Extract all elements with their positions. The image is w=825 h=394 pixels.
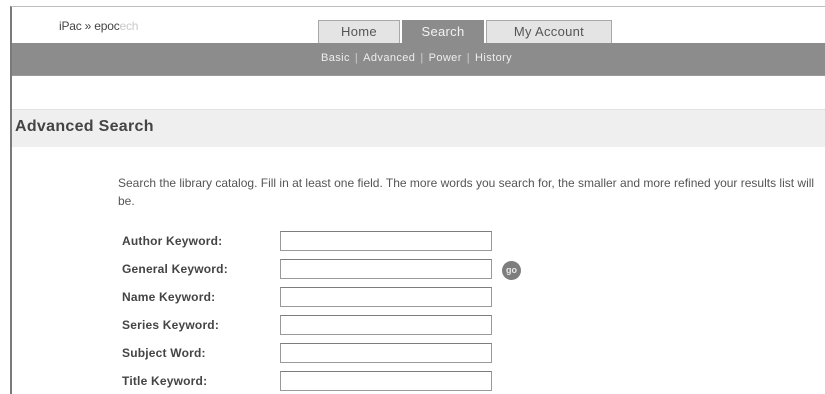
sub-navigation-bar: Basic | Advanced | Power | History — [12, 43, 825, 76]
general-keyword-label: General Keyword: — [122, 262, 228, 276]
page-title: Advanced Search — [15, 118, 154, 135]
author-keyword-input[interactable] — [280, 231, 492, 251]
logo-sub-text: epoc — [94, 19, 120, 33]
subnav-separator: | — [420, 52, 424, 64]
logo-separator: » — [81, 19, 95, 33]
tab-search[interactable]: Search — [402, 20, 484, 44]
page-heading-bar: Advanced Search — [12, 109, 825, 147]
subnav-power[interactable]: Power — [429, 52, 462, 64]
logo-main-text: iPac — [59, 19, 82, 33]
subnav-advanced[interactable]: Advanced — [363, 52, 415, 64]
logo-faint-text: ech — [119, 19, 139, 33]
title-keyword-input[interactable] — [280, 371, 492, 391]
author-keyword-label: Author Keyword: — [122, 234, 223, 248]
page-frame: iPac » epocech Home Search My Account Ba… — [10, 6, 825, 394]
top-bar: iPac » epocech Home Search My Account — [12, 7, 825, 44]
tab-my-account[interactable]: My Account — [486, 20, 612, 44]
tab-home[interactable]: Home — [318, 20, 400, 44]
subnav-separator: | — [466, 52, 471, 64]
subnav-separator: | — [354, 52, 359, 64]
logo: iPac » epocech — [59, 19, 138, 33]
subnav-basic[interactable]: Basic — [321, 52, 350, 64]
subject-word-label: Subject Word: — [122, 346, 206, 360]
go-button[interactable]: go — [502, 261, 521, 280]
general-keyword-input[interactable] — [280, 259, 492, 279]
title-keyword-label: Title Keyword: — [122, 374, 208, 388]
name-keyword-label: Name Keyword: — [122, 290, 216, 304]
intro-text: Search the library catalog. Fill in at l… — [118, 176, 815, 208]
subnav-history[interactable]: History — [475, 52, 512, 64]
sub-navigation: Basic | Advanced | Power | History — [321, 52, 512, 64]
series-keyword-input[interactable] — [280, 315, 492, 335]
subject-word-input[interactable] — [280, 343, 492, 363]
name-keyword-input[interactable] — [280, 287, 492, 307]
series-keyword-label: Series Keyword: — [122, 318, 220, 332]
